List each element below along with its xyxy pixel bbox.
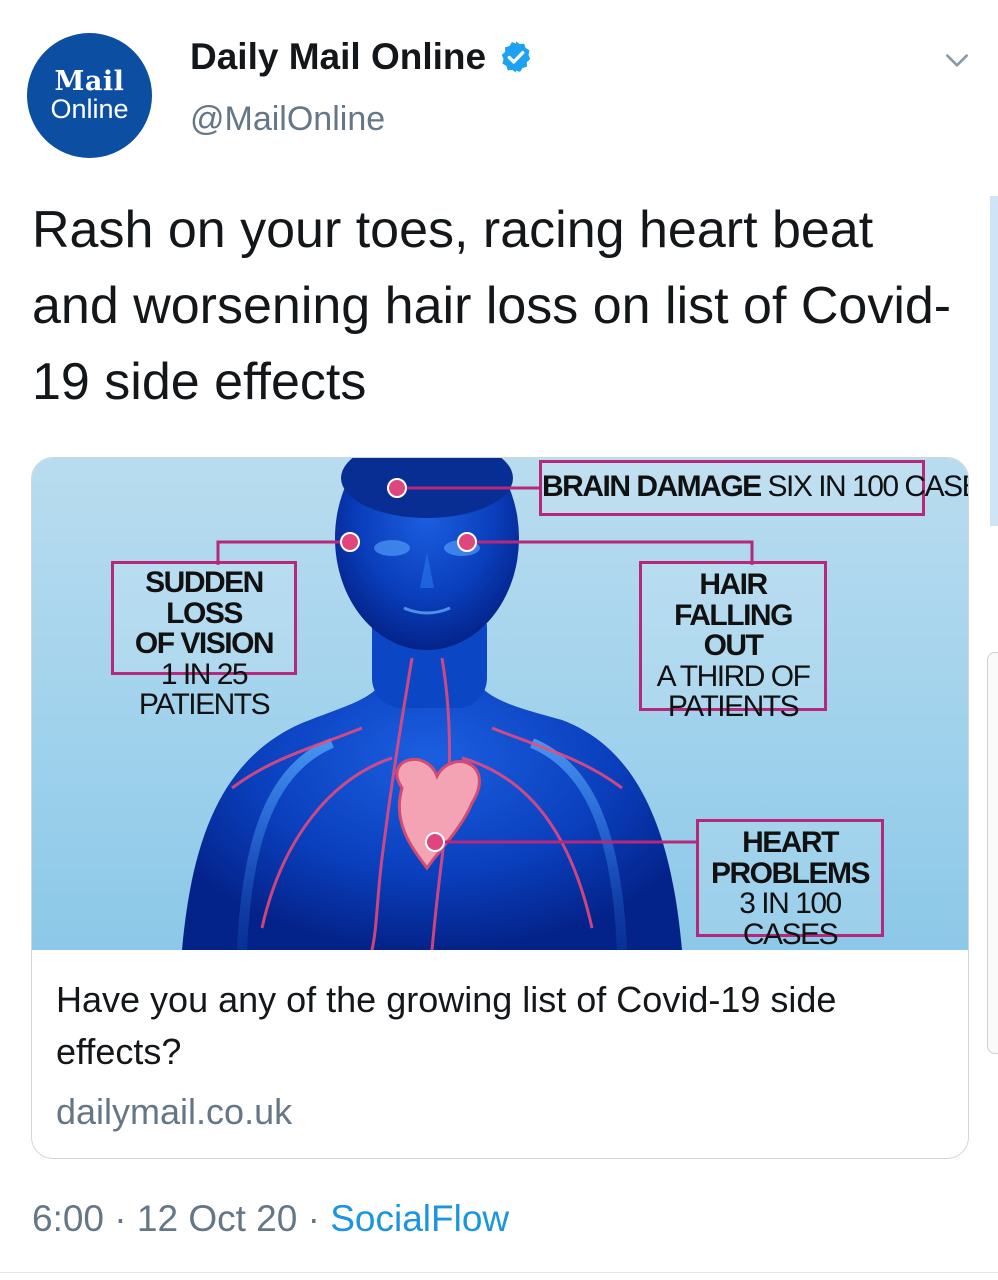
callout-heart-line3: 3 IN 100 CASES (739, 887, 842, 950)
chevron-down-icon[interactable] (944, 48, 970, 74)
callout-brain-damage: BRAIN DAMAGE SIX IN 100 CASES (539, 460, 968, 516)
divider (0, 1272, 998, 1273)
callout-hair-line2: OUT (703, 629, 764, 663)
callout-brain-normal: SIX IN 100 CASES (767, 470, 969, 503)
verified-badge-icon (501, 41, 531, 73)
callout-vision-line1: SUDDEN LOSS (145, 566, 264, 630)
meta-separator: · (104, 1198, 137, 1239)
heart-marker (425, 832, 445, 852)
left-eye-marker (340, 532, 360, 552)
side-panel-edge (987, 652, 998, 1054)
tweet-meta: 6:00 · 12 Oct 20 · SocialFlow (32, 1198, 509, 1240)
callout-vision-line3: 1 IN 25 PATIENTS (138, 657, 271, 722)
account-handle[interactable]: @MailOnline (190, 100, 385, 139)
avatar-online-text: Online (50, 93, 129, 124)
callout-vision-loss: SUDDEN LOSS OF VISION 1 IN 25 PATIENTS (111, 561, 297, 720)
tweet-source-link[interactable]: SocialFlow (330, 1198, 509, 1239)
card-image[interactable]: BRAIN DAMAGE SIX IN 100 CASES SUDDEN LOS… (32, 458, 968, 950)
display-name[interactable]: Daily Mail Online (190, 36, 486, 78)
callout-hair-loss: HAIR FALLING OUT A THIRD OF PATIENTS (639, 561, 827, 722)
callout-hair-line1: HAIR FALLING (674, 568, 793, 632)
scroll-indicator (990, 196, 998, 526)
tweet-date[interactable]: 12 Oct 20 (137, 1198, 297, 1239)
avatar[interactable]: Mail Online (27, 33, 152, 158)
avatar-mail-text: Mail (54, 65, 125, 97)
tweet-time[interactable]: 6:00 (32, 1198, 104, 1239)
callout-heart-problems: HEART PROBLEMS 3 IN 100 CASES (696, 819, 884, 950)
brain-marker (387, 478, 407, 498)
display-name-row[interactable]: Daily Mail Online (190, 36, 534, 78)
callout-brain-bold: BRAIN DAMAGE (542, 470, 762, 503)
callout-hair-line4: PATIENTS (667, 690, 800, 724)
callout-heart-line1: HEART (742, 826, 839, 859)
link-card[interactable]: BRAIN DAMAGE SIX IN 100 CASES SUDDEN LOS… (31, 457, 969, 1159)
callout-hair-line3: A THIRD OF (656, 659, 811, 693)
meta-separator-2: · (297, 1198, 331, 1239)
card-domain: dailymail.co.uk (56, 1091, 293, 1132)
callout-heart-line2: PROBLEMS (710, 856, 871, 890)
tweet-text: Rash on your toes, racing heart beat and… (32, 201, 952, 411)
card-title[interactable]: Have you any of the growing list of Covi… (56, 974, 936, 1078)
right-eye-marker (457, 532, 477, 552)
callout-vision-line2: OF VISION (134, 627, 275, 661)
